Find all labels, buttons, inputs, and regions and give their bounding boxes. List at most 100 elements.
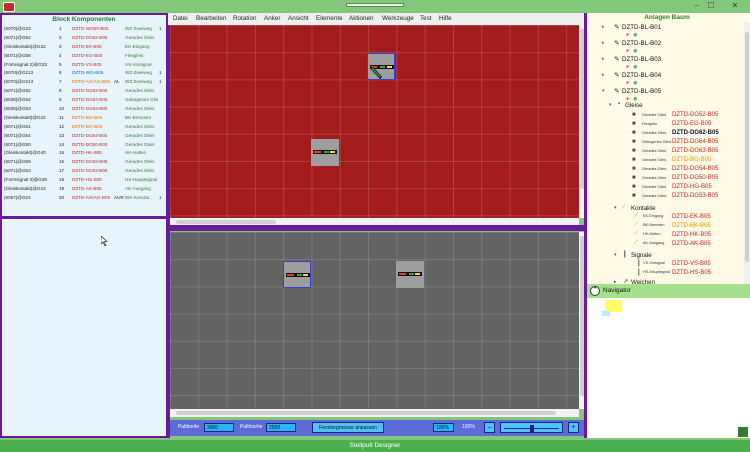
component-row[interactable]: (Gleiskontakt)@G40 15 DZTD-HK-B05 HK-Halten [4, 149, 166, 158]
tree-item[interactable]: DZTD-DG63-B05 [672, 148, 718, 154]
tree-item[interactable]: DZTD-EK-B05 [672, 214, 711, 220]
component-row[interactable]: (6071)@G62 8 DZTD-DG62-B05 Gerades Gleis [4, 87, 166, 96]
track-tile[interactable] [283, 261, 311, 288]
zoom-minus-button[interactable]: – [484, 422, 495, 433]
tree-item[interactable]: DZTD-DG64-B05 [672, 139, 718, 145]
menu-item[interactable]: Aktionen [349, 13, 374, 25]
tree-item[interactable]: DZTD-DG62-B05 [672, 130, 719, 136]
status-red-icon: ● [626, 48, 630, 54]
component-type: Flexgleis [125, 52, 144, 58]
component-number: 4 [59, 52, 62, 58]
resize-grip-icon[interactable] [738, 427, 748, 437]
component-type: Gerades Gleis [125, 168, 155, 174]
tree-category-gleise[interactable]: Gleise [625, 102, 643, 109]
menu-item[interactable]: Werkzeuge [382, 13, 414, 25]
component-row[interactable]: (6071)@G52 2 DZTD-DG52-B05 Gerades Gleis [4, 34, 166, 43]
tree-block[interactable]: DZTD-BL-B02 [622, 40, 661, 47]
component-row[interactable]: (6036)@G64 9 DZTD-DG64-B05 Gebogenes Glei [4, 96, 166, 105]
contact-item-icon: ⟋ [634, 240, 639, 246]
tree-item[interactable]: DZTD-VS-B05 [672, 261, 711, 267]
tree-item[interactable]: DZTD-BK-B05 [672, 223, 711, 229]
component-number: 5 [59, 61, 62, 67]
component-address: (6071)@G54 [4, 132, 31, 138]
tree-item-type: Gerades Gleis [642, 131, 667, 135]
block-components-panel: Block Komponenten (6070)@G23 1 DZTD-WG50-B… [0, 13, 168, 438]
expand-toggle-icon: ▾ [614, 205, 617, 211]
track-segment [398, 272, 422, 276]
component-row[interactable]: (6071)@G59 16 DZTD-DG59-B05 Gerades Gleis [4, 158, 166, 167]
component-row[interactable]: (6070)@G213 6 DZTD-WG-B05 WZ-Zweiweg 1 [4, 69, 166, 78]
tree-block[interactable]: DZTD-BL-B03 [622, 56, 661, 63]
fit-window-button[interactable]: Fenstergroesse anpassen [312, 422, 384, 433]
component-row[interactable]: (6057)@G24 20 DZTD-AG/AG-B05 WK-Kreuzw. 1 AUR [4, 194, 166, 203]
menu-item[interactable]: Anker [264, 13, 280, 25]
component-row[interactable]: (6071)@G54 13 DZTD-DG54-B05 Gerades Gleis [4, 132, 166, 141]
component-number: 13 [59, 132, 65, 138]
tree-category-kontakte[interactable]: Kontakte [631, 205, 655, 212]
zoom-plus-button[interactable]: + [568, 422, 579, 433]
close-button[interactable]: ✕ [728, 1, 742, 11]
component-row[interactable]: (6071)@G58 4 DZTD-EG-B05 Flexgleis [4, 52, 166, 61]
menu-item[interactable]: Bearbeiten [196, 13, 226, 25]
menu-item[interactable]: Elemente [316, 13, 343, 25]
zoom-slider[interactable] [500, 422, 563, 433]
tree-item[interactable]: DZTD-DG53-B05 [672, 193, 718, 199]
tree-block[interactable]: DZTD-BL-B04 [622, 72, 661, 79]
view-divider[interactable] [168, 225, 586, 231]
tree-scrollbar[interactable] [744, 22, 750, 284]
component-row[interactable]: (6070)@G23 1 DZTD-WG50-B05 WZ-Zweiweg 1 [4, 25, 166, 34]
tree-item[interactable]: DZTD-HK-B05 [672, 232, 711, 238]
tree-block[interactable]: DZTD-BL-B05 [622, 88, 661, 95]
component-row[interactable]: (6071)@G50 14 DZTD-DG50-B05 Gerades Gleis [4, 141, 166, 150]
zoom-input[interactable]: 100% [433, 423, 454, 432]
menu-item[interactable]: Rotation [233, 13, 256, 25]
component-address: (Gleiskontakt)@G40 [4, 150, 46, 156]
expand-toggle-icon: ▸ [602, 24, 605, 30]
component-row[interactable]: (6071)@G53 17 DZTD-DG53-B05 Gerades Gleis [4, 167, 166, 176]
component-row[interactable]: (Formsignal 3)@G26 18 DZTD-HS-B05 HS-Haupts… [4, 176, 166, 185]
component-number: 6 [59, 70, 62, 76]
menu-item[interactable]: Datei [173, 13, 188, 25]
tree-item[interactable]: DZTD-DG54-B05 [672, 166, 718, 172]
component-row[interactable]: (Gleiskontakt)@G22 11 DZTD-BG-B05 BK-Bremse… [4, 114, 166, 123]
height-input[interactable]: 2500 [266, 423, 296, 432]
component-number: 8 [59, 88, 62, 94]
design-grid-top[interactable] [170, 25, 579, 218]
slider-knob[interactable] [530, 425, 534, 432]
component-row[interactable]: (6071)@G61 12 DZTD-BG-B05 Gerades Gleis [4, 123, 166, 132]
track-tile[interactable] [311, 139, 339, 166]
component-flag: AUR [114, 194, 124, 200]
menu-item[interactable]: Hilfe [439, 13, 452, 25]
menu-item[interactable]: Test [420, 13, 432, 25]
tree-item[interactable]: DZTD-DG52-B05 [672, 112, 718, 118]
title-drag-handle[interactable] [346, 3, 404, 7]
component-row[interactable]: (6070)@G214 7 DZTD-AG/AG-B05 WZ-Zweiweg 1 AL [4, 78, 166, 87]
component-row[interactable]: (Gleiskontakt)@G43 19 DZTD-AK-B05 AK-Ausgan… [4, 185, 166, 194]
menu-item[interactable]: Ansicht [288, 13, 309, 25]
component-row[interactable]: (Gleiskontakt)@G32 3 DZTD-EK-B05 EK-Eingang [4, 43, 166, 52]
tree-item[interactable]: DZTD-HG-B05 [672, 184, 712, 190]
navigator-view[interactable] [587, 298, 750, 438]
tree-item[interactable]: DZTD-DG50-B05 [672, 175, 718, 181]
design-grid-bottom[interactable] [170, 232, 579, 409]
component-name: DZTD-DG54-B05 [72, 132, 108, 138]
track-tile-switch[interactable] [367, 53, 395, 80]
component-row[interactable]: (6036)@G63 10 DZTD-DG63-B05 Gerades Gleis [4, 105, 166, 114]
track-tile[interactable] [396, 261, 424, 288]
component-number: 1 [59, 26, 62, 31]
component-row[interactable]: (Formsignal 2)@G23 5 DZTD-VS-B05 VS-Vorsign… [4, 61, 166, 70]
maximize-button[interactable]: ☐ [704, 1, 718, 11]
horizontal-scrollbar[interactable] [170, 409, 579, 417]
tree-category-signale[interactable]: Signale [631, 252, 652, 259]
tree-item[interactable]: DZTD-EG-B05 [672, 121, 711, 127]
collapse-icon[interactable]: ⌃ [590, 286, 600, 296]
panel-divider[interactable] [0, 216, 168, 219]
tree-item[interactable]: DZTD-AK-B05 [672, 241, 711, 247]
width-input[interactable]: 3000 [204, 423, 234, 432]
component-type: Gerades Gleis [125, 88, 155, 94]
tree-item[interactable]: DZTD-BG-B05 [672, 157, 711, 163]
tree-item[interactable]: DZTD-HS-B05 [672, 270, 711, 276]
tree-block[interactable]: DZTD-BL-B01 [622, 24, 661, 31]
navigator-header[interactable]: ⌃ Navigator [587, 284, 750, 298]
minimize-button[interactable]: – [690, 1, 704, 11]
